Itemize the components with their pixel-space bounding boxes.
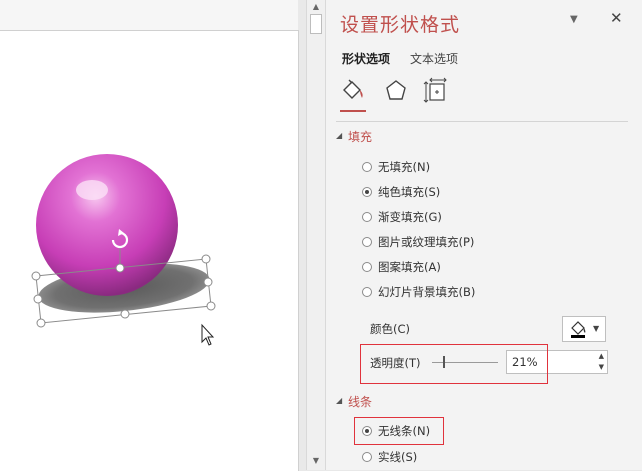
scroll-up-icon[interactable]: ▲ (310, 2, 322, 12)
resize-handle[interactable] (120, 309, 130, 319)
slide-canvas-area (0, 0, 306, 471)
radio-gradient-fill[interactable]: 渐变填充(G) (362, 208, 442, 226)
radio-label: 图案填充(A) (378, 260, 441, 274)
format-shape-pane: 设置形状格式 ▼ ✕ 形状选项 文本选项 ◢ 填充 无填充(N) 纯色填充(S)… (326, 0, 642, 470)
radio-label: 实线(S) (378, 450, 418, 464)
collapse-triangle-icon[interactable]: ◢ (336, 131, 342, 140)
radio-button[interactable] (362, 237, 372, 247)
radio-button[interactable] (362, 162, 372, 172)
radio-picture-fill[interactable]: 图片或纹理填充(P) (362, 233, 474, 251)
fill-color-button[interactable]: ▼ (562, 316, 606, 342)
radio-label: 渐变填充(G) (378, 210, 442, 224)
radio-label: 图片或纹理填充(P) (378, 235, 475, 249)
slide-objects (31, 154, 216, 346)
resize-handle[interactable] (201, 254, 211, 264)
selected-category-indicator (340, 110, 366, 112)
sphere-highlight (76, 180, 108, 200)
tab-shape-options[interactable]: 形状选项 (342, 50, 390, 67)
pane-title: 设置形状格式 (340, 14, 461, 36)
pink-sphere[interactable] (36, 154, 178, 296)
collapse-triangle-icon[interactable]: ◢ (336, 396, 342, 405)
resize-handle[interactable] (115, 263, 125, 273)
current-color-swatch (571, 335, 585, 338)
tab-text-options[interactable]: 文本选项 (410, 50, 458, 67)
resize-handle[interactable] (36, 318, 46, 328)
effects-icon[interactable] (382, 76, 410, 106)
color-label: 颜色(C) (370, 322, 411, 336)
highlight-box-no-line (354, 417, 444, 445)
radio-label: 纯色填充(S) (378, 185, 441, 199)
paint-bucket-icon (571, 321, 586, 335)
radio-button[interactable] (362, 262, 372, 272)
radio-no-fill[interactable]: 无填充(N) (362, 158, 430, 176)
vertical-scrollbar[interactable]: ▲ ▼ (306, 0, 326, 470)
spin-down-icon[interactable]: ▼ (599, 363, 604, 371)
highlight-box-transparency (360, 344, 548, 384)
radio-pattern-fill[interactable]: 图案填充(A) (362, 258, 441, 276)
section-fill-title[interactable]: 填充 (348, 128, 372, 145)
radio-button[interactable] (362, 187, 372, 197)
resize-handle[interactable] (203, 277, 213, 287)
chevron-down-icon: ▼ (593, 324, 600, 333)
scroll-thumb[interactable] (310, 14, 322, 34)
mouse-cursor-icon (201, 323, 215, 346)
radio-label: 幻灯片背景填充(B) (378, 285, 476, 299)
resize-handle[interactable] (206, 301, 216, 311)
scroll-down-icon[interactable]: ▼ (310, 456, 322, 466)
radio-button[interactable] (362, 212, 372, 222)
radio-solid-line[interactable]: 实线(S) (362, 448, 417, 466)
size-properties-icon[interactable] (422, 76, 450, 106)
divider (336, 121, 628, 122)
spin-up-icon[interactable]: ▲ (599, 352, 604, 360)
pane-options-dropdown-icon[interactable]: ▼ (570, 14, 578, 25)
close-icon[interactable]: ✕ (610, 9, 623, 27)
radio-button[interactable] (362, 452, 372, 462)
radio-slide-background-fill[interactable]: 幻灯片背景填充(B) (362, 283, 475, 301)
radio-button[interactable] (362, 287, 372, 297)
radio-label: 无填充(N) (378, 160, 431, 174)
resize-handle[interactable] (31, 271, 41, 281)
section-line-title[interactable]: 线条 (348, 393, 372, 410)
radio-solid-fill[interactable]: 纯色填充(S) (362, 183, 440, 201)
resize-handle[interactable] (33, 294, 43, 304)
fill-line-icon[interactable] (338, 76, 366, 106)
